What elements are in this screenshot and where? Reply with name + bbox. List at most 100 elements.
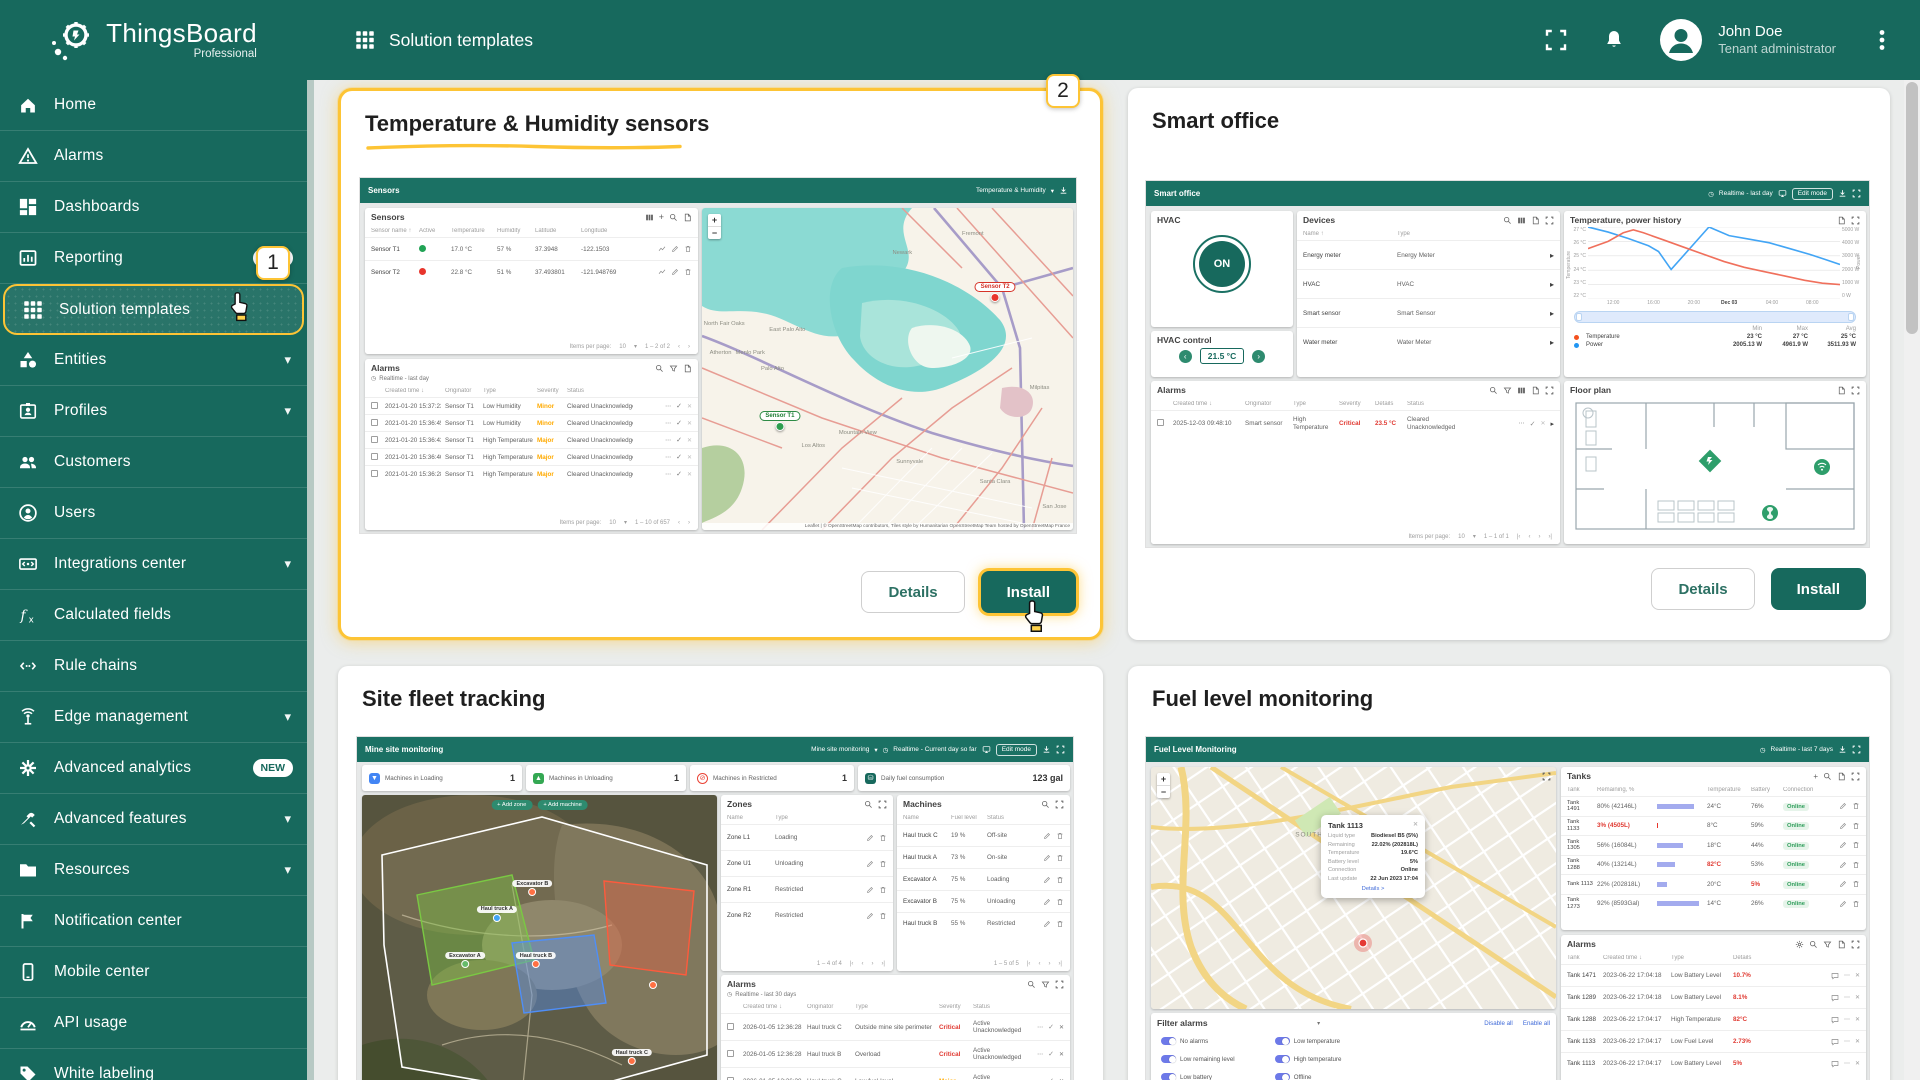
table-row: Excavator A75 %Loading (897, 868, 1070, 890)
preview-devices-table: Devices Name ↑Type Energy meterEnergy Me… (1297, 211, 1560, 377)
function-icon: fx (18, 605, 38, 625)
svg-text:f: f (20, 608, 29, 624)
kebab-menu-icon[interactable] (1870, 28, 1894, 52)
table-row: 2021-01-20 15:36:45Sensor T1Low Humidity… (365, 414, 698, 431)
table-row: 2021-01-20 15:36:40Sensor T1High Tempera… (365, 448, 698, 465)
sidebar-item-users[interactable]: Users (0, 488, 307, 539)
preview-alarms-table: Alarms ◷Realtime - last day Created time… (365, 359, 698, 530)
sidebar-scrollbar[interactable] (307, 80, 314, 1080)
edit-mode-button: Edit mode (1792, 188, 1833, 200)
table-row: Tank 11132023-06-22 17:04:17Low Battery … (1561, 1052, 1866, 1074)
preview-zones-table: Zones NameType Zone L1Loading Zone U1Unl… (721, 795, 893, 971)
highlight-underline (365, 143, 683, 151)
preview-machines-table: Machines NameFuel levelStatus Haul truck… (897, 795, 1070, 971)
preview-satellite-map: + Add zone + Add machine Excavator B Hau… (362, 795, 717, 1080)
disable-all-link: Disable all (1484, 1020, 1513, 1027)
warning-icon (18, 146, 38, 166)
chart-range-slider (1574, 311, 1856, 323)
sidebar-item-advanced-features[interactable]: Advanced features▾ (0, 794, 307, 845)
person-icon (18, 503, 38, 523)
preview-filter-alarms-panel: Filter alarms▾ Disable all Enable all No… (1151, 1013, 1556, 1080)
preview-floor-plan: Floor plan (1564, 381, 1866, 544)
map-city-label: Sunnyvale (896, 459, 923, 465)
preview-alarms-table: Alarms TankCreated time ↓TypeDetails Tan… (1561, 935, 1866, 1080)
sidebar-item-notification-center[interactable]: Notification center (0, 896, 307, 947)
sidebar-item-entities[interactable]: Entities▾ (0, 335, 307, 386)
card-title: Fuel level monitoring (1152, 686, 1373, 712)
map-city-label: Milpitas (1030, 385, 1050, 391)
sidebar-item-edge-management[interactable]: Edge management▾ (0, 692, 307, 743)
home-icon (18, 95, 38, 115)
table-row: Zone L1Loading (721, 824, 893, 850)
preview-dashboard-titlebar: Fuel Level Monitoring ◷Realtime - last 7… (1146, 737, 1869, 762)
install-button[interactable]: Install (1771, 568, 1866, 610)
preview-dashboard-titlebar: Sensors Temperature & Humidity▾ (360, 178, 1076, 203)
sidebar-item-calculated-fields[interactable]: fxCalculated fields (0, 590, 307, 641)
gauge-icon (18, 1013, 38, 1033)
user-info[interactable]: John Doe Tenant administrator (1718, 23, 1836, 58)
chevron-down-icon: ▾ (284, 352, 291, 368)
map-city-label: Los Altos (802, 443, 826, 449)
svg-text:x: x (29, 616, 34, 626)
floor-plan-drawing (1564, 397, 1866, 537)
scrollbar-thumb[interactable] (1906, 82, 1918, 334)
machine-marker: Haul truck B (516, 952, 556, 968)
table-row: Haul truck B55 %Restricted (897, 912, 1070, 934)
map-city-label: Fremont (962, 231, 984, 237)
map-city-label: Menlo Park (736, 350, 765, 356)
sidebar-item-resources[interactable]: Resources▾ (0, 845, 307, 896)
sidebar-item-rule-chains[interactable]: Rule chains (0, 641, 307, 692)
map-attribution: Leaflet | © OpenStreetMap contributors, … (702, 523, 1073, 530)
machine-marker: Excavator B (512, 880, 552, 896)
table-row: Haul truck A73 %On-site (897, 846, 1070, 868)
sidebar-item-alarms[interactable]: Alarms (0, 131, 307, 182)
brand[interactable]: ThingsBoard Professional (0, 17, 307, 63)
table-row: Zone R2Restricted (721, 902, 893, 928)
sidebar-item-home[interactable]: Home (0, 80, 307, 131)
template-card-temperature-humidity: Temperature & Humidity sensors Sensors T… (338, 88, 1103, 640)
table-row: 2026-01-05 12:36:28Haul truck COutside m… (721, 1013, 1070, 1040)
template-card-fuel-level-monitoring: Fuel level monitoring Fuel Level Monitor… (1128, 666, 1890, 1080)
thingsboard-logo-icon (50, 17, 96, 63)
sidebar-item-solution-templates[interactable]: Solution templates (3, 284, 304, 335)
kpi-machines-restricted: ⊘Machines in Restricted1 (690, 765, 854, 791)
category-icon (18, 350, 38, 370)
tank-tooltip: Tank 1113✕ Liquid typeBiodiesel B5 (5%)R… (1321, 815, 1425, 898)
template-preview-image: Smart office ◷Realtime - last dayEdit mo… (1145, 180, 1870, 548)
flag-icon (18, 911, 38, 931)
table-row: 2025-12-03 09:48:10Smart sensor High Tem… (1151, 410, 1560, 436)
table-row: Tank 12892023-06-22 17:04:18Low Battery … (1561, 986, 1866, 1008)
fullscreen-icon[interactable] (1544, 28, 1568, 52)
avatar[interactable] (1660, 19, 1702, 61)
page-scrollbar[interactable] (1904, 80, 1920, 1080)
sidebar-item-mobile-center[interactable]: Mobile center (0, 947, 307, 998)
sidebar-item-dashboards[interactable]: Dashboards (0, 182, 307, 233)
details-button[interactable]: Details (1651, 568, 1754, 610)
sidebar-item-profiles[interactable]: Profiles▾ (0, 386, 307, 437)
sidebar-item-integrations-center[interactable]: Integrations center▾ (0, 539, 307, 590)
table-row: Water meterWater Meter ▸ (1297, 327, 1560, 356)
table-row: 2021-01-20 15:36:28Sensor T1High Tempera… (365, 465, 698, 482)
machine-marker: Haul truck C (612, 1049, 652, 1065)
sidebar-item-api-usage[interactable]: API usage (0, 998, 307, 1049)
table-row: 2021-01-20 15:36:43Sensor T1High Tempera… (365, 431, 698, 448)
people-icon (18, 452, 38, 472)
hand-cursor (228, 290, 254, 322)
map-city-label: Atherton (710, 350, 732, 356)
sidebar-item-customers[interactable]: Customers (0, 437, 307, 488)
report-icon (18, 248, 38, 268)
toggle (1161, 1037, 1176, 1045)
apps-grid-icon (23, 300, 43, 320)
chevron-down-icon: ▾ (284, 556, 291, 572)
table-row: Tank 1288 40% (13214L) 82°C 53% Online (1561, 855, 1866, 875)
folder-icon (18, 860, 38, 880)
table-row: HVACHVAC ▸ (1297, 269, 1560, 298)
preview-map: +− FremontNewarkNorth Fair OaksEast Palo… (702, 208, 1073, 530)
chevron-down-icon: ▾ (284, 709, 291, 725)
table-row: Tank 12882023-06-22 17:04:17High Tempera… (1561, 1008, 1866, 1030)
details-button[interactable]: Details (861, 571, 964, 613)
notifications-bell-icon[interactable] (1602, 28, 1626, 52)
sidebar-item-advanced-analytics[interactable]: Advanced analyticsNEW (0, 743, 307, 794)
table-row: Zone R1Restricted (721, 876, 893, 902)
sidebar-item-white-labeling[interactable]: White labeling (0, 1049, 307, 1080)
